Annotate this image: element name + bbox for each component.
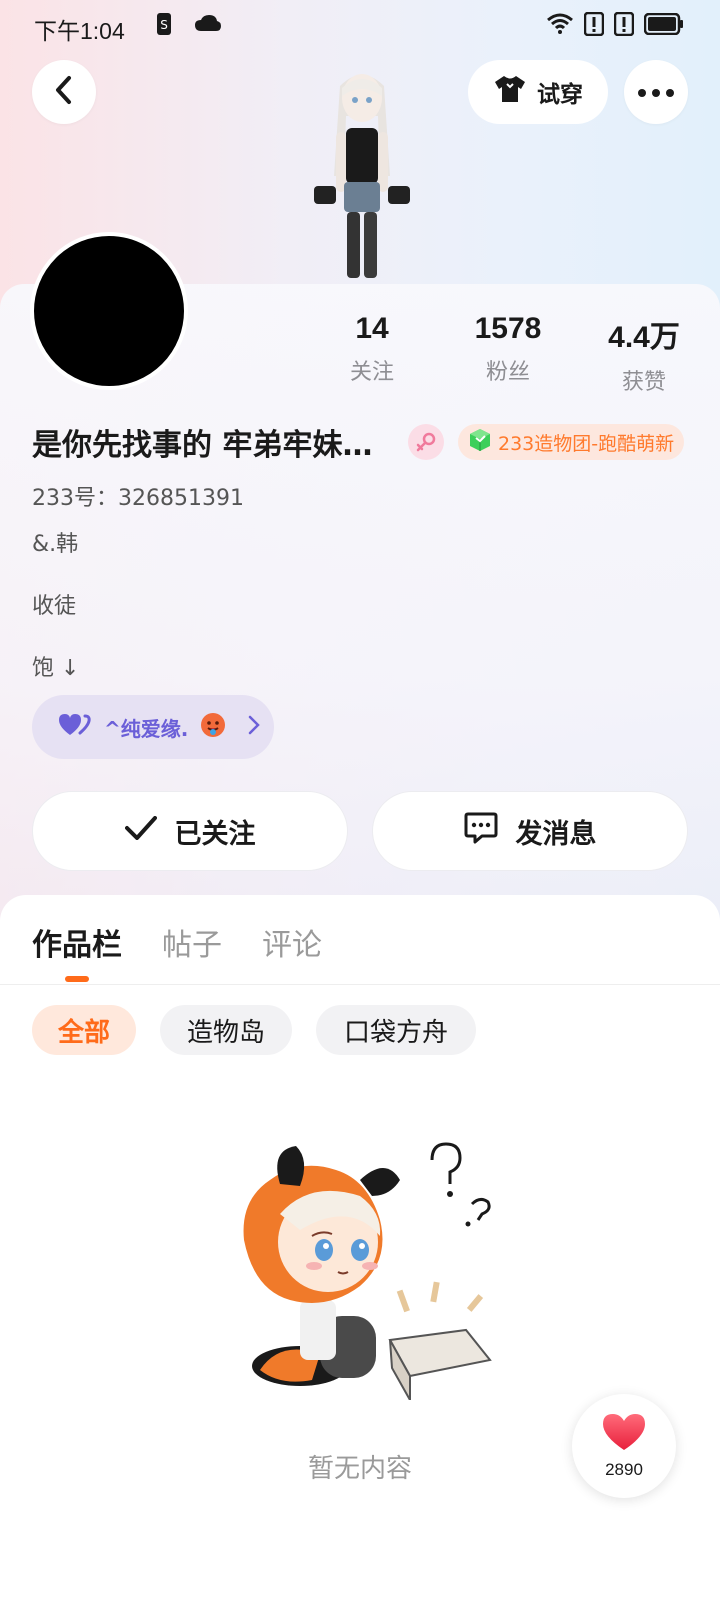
filter-pocket-ark[interactable]: 口袋方舟 [316,1005,476,1055]
chat-bubble-icon [464,812,498,851]
tshirt-icon [493,74,527,110]
sim-icon: S [156,12,172,40]
try-on-button[interactable]: 试穿 [468,60,608,124]
empty-state-mascot-illustration [240,1140,510,1404]
filter-all[interactable]: 全部 [32,1005,136,1055]
cube-icon [468,428,492,457]
status-bar: 下午1:04 S [0,0,720,48]
more-button[interactable] [624,60,688,124]
team-badge[interactable]: 233造物团-跑酷萌新 [458,424,685,460]
stat-label: 粉丝 [485,360,530,385]
battery-icon [643,12,684,39]
like-button[interactable]: 2890 [572,1394,676,1498]
bio-line-3: 饱 ↓ [32,656,80,681]
bio-line-1: &.韩 [32,532,79,557]
relationship-pill[interactable]: ^纯爱缘. [32,695,274,759]
back-button[interactable] [32,60,96,124]
try-on-label: 试穿 [537,82,583,108]
hot-face-emoji-icon [200,712,226,743]
send-message-button[interactable]: 发消息 [372,791,688,871]
cloud-icon [194,14,222,36]
nickname: 是你先找事的 牢弟牢妹… [32,428,373,463]
followed-label: 已关注 [174,818,256,850]
stat-value: 14 [355,312,389,345]
more-dots-icon [637,83,675,102]
tab-comments[interactable]: 评论 [262,920,322,964]
tab-posts[interactable]: 帖子 [162,920,222,964]
tab-works[interactable]: 作品栏 [32,920,122,964]
team-badge-label: 233造物团-跑酷萌新 [498,432,675,455]
stat-label: 获赞 [621,370,666,395]
followed-button[interactable]: 已关注 [32,791,348,871]
chevron-right-icon [248,715,261,740]
filter-creation-island[interactable]: 造物岛 [160,1005,292,1055]
heart-icon [601,1412,647,1456]
female-gender-icon [408,424,444,460]
user-id: 233号：326851391 [32,486,244,511]
stat-value: 1578 [474,312,542,345]
tab-divider [0,984,720,985]
status-time: 下午1:04 [34,18,125,44]
like-count: 2890 [605,1460,643,1479]
alert-icon [583,11,605,40]
stat-label: 关注 [349,360,394,385]
relationship-label: ^纯爱缘. [104,716,189,741]
tab-indicator [65,976,89,982]
avatar[interactable] [30,232,188,390]
heart-pair-icon [58,713,92,742]
bio-line-2: 收徒 [32,594,77,619]
stat-value: 4.4万 [608,321,680,354]
svg-text:S: S [160,18,168,32]
wifi-icon [546,12,574,38]
stat-followers[interactable]: 1578 粉丝 [448,312,568,386]
chevron-left-icon [53,75,75,109]
check-icon [124,815,157,847]
send-message-label: 发消息 [515,818,597,850]
stat-likes[interactable]: 4.4万 获赞 [584,312,704,396]
alert-icon-2 [613,11,635,40]
stat-following[interactable]: 14 关注 [312,312,432,386]
avatar-3d-figure[interactable] [300,66,424,284]
